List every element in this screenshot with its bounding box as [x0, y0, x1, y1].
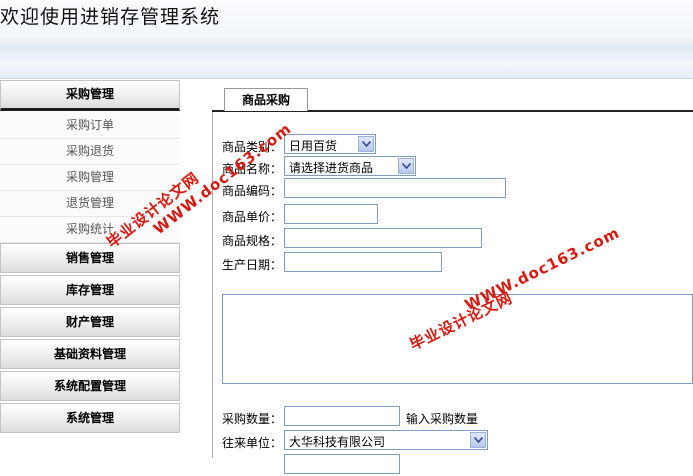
next-field-input[interactable]: [284, 454, 400, 474]
sidebar: 采购管理 采购订单 采购退货 采购管理 退货管理 采购统计 销售管理 库存管理 …: [0, 80, 180, 435]
price-label: 商品单价：: [222, 210, 283, 224]
sidebar-group-sales[interactable]: 销售管理: [0, 243, 180, 273]
partner-value: 大华科技有限公司: [289, 435, 386, 449]
sidebar-group-system-config[interactable]: 系统配置管理: [0, 371, 180, 401]
chevron-down-icon: [470, 432, 486, 448]
sidebar-item-purchase-stats[interactable]: 采购统计: [0, 217, 180, 243]
production-date-input[interactable]: [284, 252, 442, 272]
code-label: 商品编码：: [222, 184, 283, 198]
sidebar-item-purchase-order[interactable]: 采购订单: [0, 113, 180, 139]
sidebar-item-purchase-manage[interactable]: 采购管理: [0, 165, 180, 191]
partner-label: 往来单位：: [222, 436, 283, 450]
tab-bar: 商品采购: [212, 86, 693, 112]
header-band: [0, 46, 693, 66]
category-value: 日用百货: [289, 139, 338, 153]
sidebar-group-assets[interactable]: 财产管理: [0, 307, 180, 337]
category-label: 商品类别：: [222, 140, 283, 154]
app-header: 欢迎使用进销存管理系统: [0, 0, 693, 79]
chevron-down-icon: [358, 136, 374, 152]
frame-border: [212, 112, 213, 458]
quantity-input[interactable]: [284, 406, 400, 426]
app-title: 欢迎使用进销存管理系统: [0, 6, 221, 28]
name-label: 商品名称：: [222, 162, 283, 176]
remarks-textarea[interactable]: [222, 294, 693, 384]
date-label: 生产日期：: [222, 258, 283, 272]
product-code-input[interactable]: [284, 178, 506, 198]
sidebar-group-basic-data[interactable]: 基础资料管理: [0, 339, 180, 369]
product-name-value: 请选择进货商品: [289, 161, 374, 175]
sidebar-group-system[interactable]: 系统管理: [0, 403, 180, 433]
main-panel: 商品采购 商品类别： 日用百货 商品名称： 请选择进货商品 商品编码： 商品单价…: [212, 86, 693, 474]
sidebar-item-return-manage[interactable]: 退货管理: [0, 191, 180, 217]
product-name-select[interactable]: 请选择进货商品: [284, 156, 416, 176]
partner-select[interactable]: 大华科技有限公司: [284, 430, 488, 450]
chevron-down-icon: [398, 158, 414, 174]
tab-product-purchase[interactable]: 商品采购: [224, 88, 308, 111]
sidebar-groups: 销售管理 库存管理 财产管理 基础资料管理 系统配置管理 系统管理: [0, 243, 180, 433]
spec-input[interactable]: [284, 228, 482, 248]
sidebar-group-inventory[interactable]: 库存管理: [0, 275, 180, 305]
sidebar-group-purchase[interactable]: 采购管理: [0, 80, 180, 111]
sidebar-item-purchase-return[interactable]: 采购退货: [0, 139, 180, 165]
category-select[interactable]: 日用百货: [284, 134, 376, 154]
spec-label: 商品规格：: [222, 234, 283, 248]
unit-price-input[interactable]: [284, 204, 378, 224]
sidebar-submenu: 采购订单 采购退货 采购管理 退货管理 采购统计: [0, 113, 180, 243]
quantity-hint: 输入采购数量: [406, 412, 479, 426]
quantity-label: 采购数量：: [222, 412, 283, 426]
